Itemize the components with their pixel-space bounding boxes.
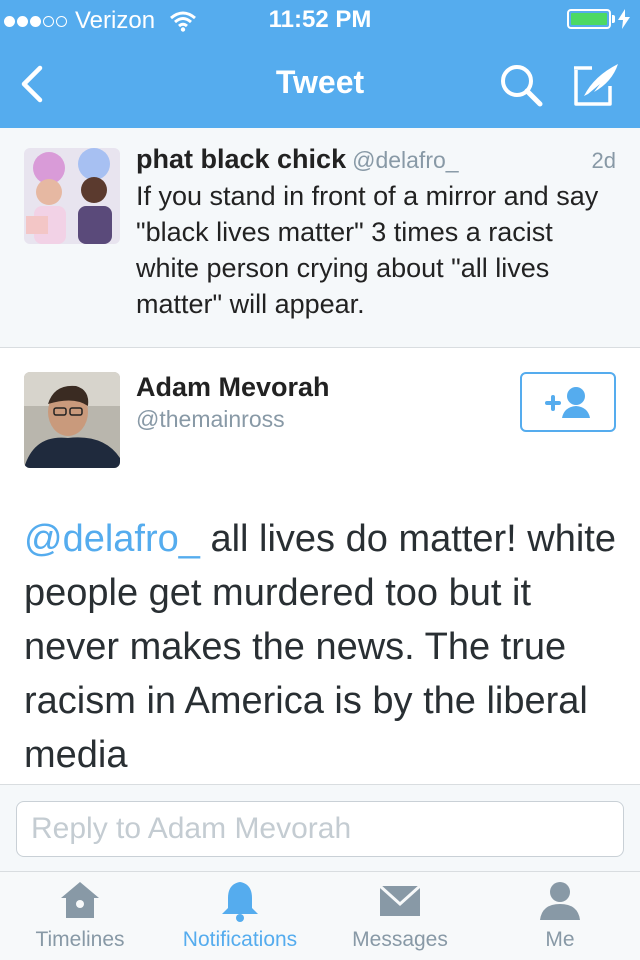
tab-messages[interactable]: Messages [320, 872, 480, 960]
tweet-timestamp: 2d [591, 148, 616, 173]
bell-icon [222, 882, 258, 922]
tab-timelines[interactable]: Timelines [0, 872, 160, 960]
author-name[interactable]: Adam Mevorah [136, 372, 330, 403]
charging-icon [618, 9, 630, 29]
header: Verizon 11:52 PM Tweet [0, 0, 640, 128]
tab-bar: Timelines Notifications Messages Me [0, 872, 640, 960]
tab-label: Notifications [182, 928, 298, 951]
quoted-tweet-text: If you stand in front of a mirror and sa… [136, 181, 599, 319]
tab-label: Messages [352, 928, 448, 951]
reply-input[interactable] [16, 801, 624, 857]
envelope-icon [378, 884, 422, 916]
quoted-tweet-header: phat black chick @delafro_ 2d [136, 144, 616, 178]
avatar[interactable] [24, 372, 120, 468]
reply-bar [0, 784, 640, 872]
tab-notifications[interactable]: Notifications [160, 872, 320, 960]
status-bar: Verizon 11:52 PM [0, 0, 640, 40]
compose-icon[interactable] [570, 60, 622, 108]
author-handle[interactable]: @themainross [136, 406, 285, 433]
person-icon [540, 882, 580, 920]
tab-me[interactable]: Me [480, 872, 640, 960]
home-icon [61, 882, 99, 918]
search-icon[interactable] [498, 62, 546, 108]
avatar-illustration-icon [24, 148, 120, 244]
tab-label: Me [545, 928, 575, 951]
status-time: 11:52 PM [268, 6, 372, 33]
tab-label: Timelines [35, 928, 125, 951]
tweet-text: @delafro_ all lives do matter! white peo… [24, 512, 624, 782]
battery-icon [567, 9, 630, 29]
mention-link[interactable]: @delafro_ [24, 518, 200, 560]
add-user-icon [545, 387, 590, 418]
author-name[interactable]: phat black chick [136, 144, 346, 174]
avatar[interactable] [24, 148, 120, 244]
follow-button[interactable] [520, 372, 616, 432]
author-handle[interactable]: @delafro_ [352, 147, 458, 173]
profile-photo-icon [24, 372, 120, 468]
quoted-tweet[interactable]: phat black chick @delafro_ 2d If you stan… [0, 128, 640, 348]
